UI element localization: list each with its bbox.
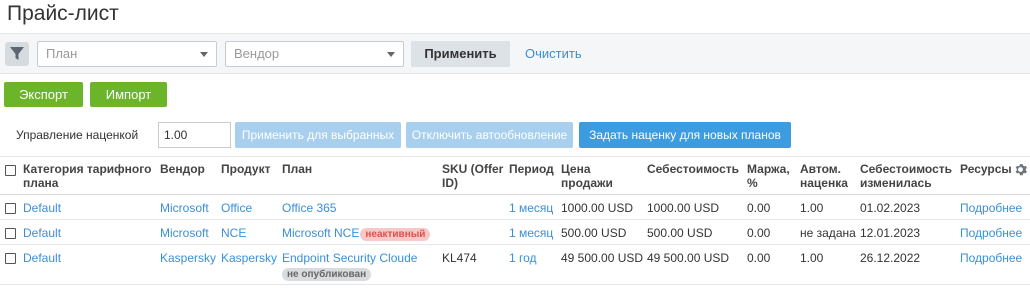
plan-select-placeholder: План: [46, 46, 78, 61]
markup-label: Управление наценкой: [16, 128, 139, 142]
clear-filter-link[interactable]: Очистить: [525, 46, 582, 61]
row-period[interactable]: 1 год: [509, 251, 537, 265]
plan-select[interactable]: План: [37, 41, 217, 67]
page-title: Прайс-лист: [7, 2, 119, 25]
row-cost: 49 500.00 USD: [647, 251, 730, 265]
header-price[interactable]: Цена продажи: [561, 162, 631, 190]
row-sku: KL474: [442, 251, 477, 265]
table-row: Default Microsoft NCE Microsoft NCE неакт…: [0, 220, 1030, 245]
row-cost: 500.00 USD: [647, 226, 713, 240]
row-cost-changed: 01.02.2023: [860, 201, 921, 215]
row-resources-link[interactable]: Подробнее: [960, 201, 1022, 215]
row-price: 500.00 USD: [561, 226, 627, 240]
set-markup-new-plans-button[interactable]: Задать наценку для новых планов: [579, 122, 791, 148]
export-button[interactable]: Экспорт: [4, 82, 83, 107]
import-button[interactable]: Импорт: [90, 82, 167, 107]
row-auto-markup: 1.00: [800, 201, 824, 215]
filter-icon[interactable]: [5, 42, 29, 66]
row-checkbox[interactable]: [5, 203, 16, 214]
row-margin: 0.00: [747, 226, 771, 240]
row-period[interactable]: 1 месяц: [509, 201, 553, 215]
header-auto-markup[interactable]: Автом. наценка: [800, 162, 858, 190]
row-margin: 0.00: [747, 201, 771, 215]
disable-autoupdate-button[interactable]: Отключить автообновление: [406, 122, 573, 148]
row-plan[interactable]: Microsoft NCE: [282, 226, 359, 240]
status-badge: не опубликован: [282, 268, 372, 281]
row-period[interactable]: 1 месяц: [509, 226, 553, 240]
header-period[interactable]: Период: [509, 162, 554, 176]
row-plan[interactable]: Endpoint Security Cloude: [282, 251, 417, 265]
vendor-select-placeholder: Вендор: [234, 46, 280, 61]
header-vendor[interactable]: Вендор: [160, 162, 205, 176]
markup-input[interactable]: 1.00: [158, 122, 231, 148]
row-category[interactable]: Default: [23, 226, 61, 240]
row-price: 1000.00 USD: [561, 201, 634, 215]
row-category[interactable]: Default: [23, 251, 61, 265]
select-all-checkbox[interactable]: [5, 165, 16, 176]
header-plan[interactable]: План: [282, 162, 312, 176]
row-resources-link[interactable]: Подробнее: [960, 226, 1022, 240]
row-vendor[interactable]: Microsoft: [160, 201, 209, 215]
filter-bar: План Вендор Применить Очистить: [0, 33, 1030, 74]
header-margin[interactable]: Маржа, %: [747, 162, 799, 190]
apply-filter-button[interactable]: Применить: [411, 41, 510, 67]
header-cost[interactable]: Себестоимость: [647, 162, 739, 176]
row-plan-badge-wrap: не опубликован: [282, 266, 372, 281]
row-cost-changed: 26.12.2022: [860, 251, 921, 265]
row-margin: 0.00: [747, 251, 771, 265]
header-cost-changed[interactable]: Себестоимость изменилась: [860, 162, 958, 190]
row-plan-cell: Microsoft NCE неактивный: [282, 226, 431, 241]
vendor-select[interactable]: Вендор: [225, 41, 404, 67]
row-plan[interactable]: Office 365: [282, 201, 336, 215]
row-cost-changed: 12.01.2023: [860, 226, 921, 240]
chevron-down-icon: [387, 52, 395, 57]
row-price: 49 500.00 USD: [561, 251, 644, 265]
row-checkbox[interactable]: [5, 253, 16, 264]
table-header: Категория тарифного плана Вендор Продукт…: [0, 156, 1030, 195]
header-resources: Ресурсы: [960, 162, 1012, 176]
header-product[interactable]: Продукт: [221, 162, 270, 176]
row-product[interactable]: Kaspersky: [221, 251, 277, 265]
row-checkbox[interactable]: [5, 228, 16, 239]
row-auto-markup: не задана: [800, 226, 856, 240]
row-cost: 1000.00 USD: [647, 201, 720, 215]
table-row: Default Microsoft Office Office 365 1 ме…: [0, 195, 1030, 220]
markup-controls: Управление наценкой 1.00 Применить для в…: [0, 117, 1030, 155]
apply-selected-button[interactable]: Применить для выбранных: [235, 122, 401, 148]
row-resources-link[interactable]: Подробнее: [960, 251, 1022, 265]
header-category[interactable]: Категория тарифного плана: [23, 162, 158, 190]
chevron-down-icon: [200, 52, 208, 57]
row-vendor[interactable]: Microsoft: [160, 226, 209, 240]
gear-icon[interactable]: [1014, 163, 1027, 179]
row-auto-markup: 1.00: [800, 251, 824, 265]
status-badge: неактивный: [360, 228, 431, 241]
row-category[interactable]: Default: [23, 201, 61, 215]
table-row: Default Kaspersky Kaspersky Endpoint Sec…: [0, 245, 1030, 285]
row-product[interactable]: Office: [221, 201, 252, 215]
row-vendor[interactable]: Kaspersky: [160, 251, 216, 265]
header-sku[interactable]: SKU (Offer ID): [442, 162, 507, 190]
row-product[interactable]: NCE: [221, 226, 246, 240]
